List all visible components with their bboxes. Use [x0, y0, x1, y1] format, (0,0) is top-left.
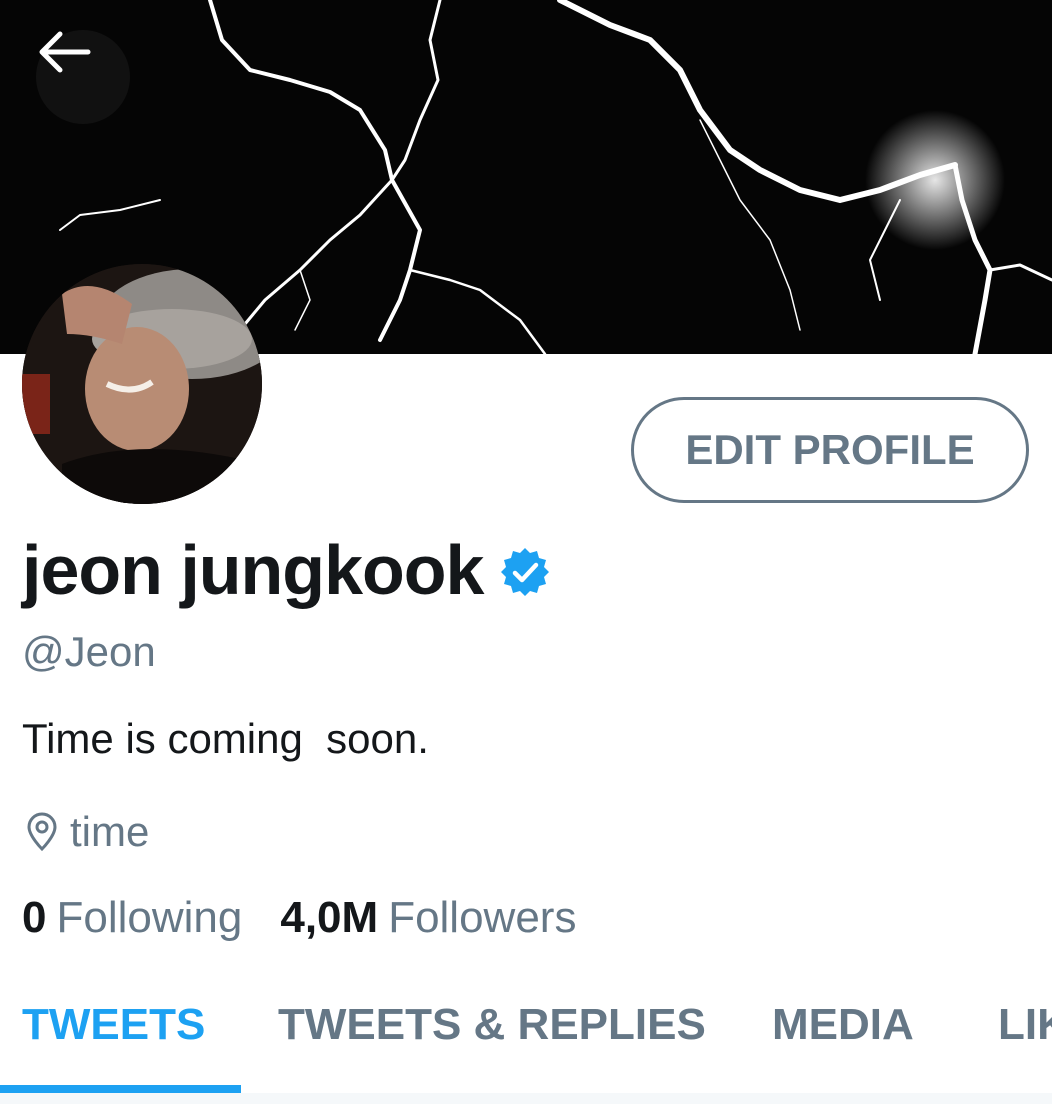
- tab-tweets[interactable]: TWEETS: [22, 1000, 205, 1050]
- active-tab-indicator: [0, 1085, 241, 1093]
- verified-badge-icon: [501, 548, 550, 596]
- edit-profile-button[interactable]: EDIT PROFILE: [631, 397, 1029, 503]
- tab-likes[interactable]: LIKES: [998, 1000, 1052, 1050]
- followers-count: 4,0M: [280, 893, 379, 942]
- back-button[interactable]: [36, 30, 130, 124]
- location-text: time: [70, 808, 150, 855]
- tab-tweets-and-replies[interactable]: TWEETS & REPLIES: [278, 1000, 706, 1050]
- following-label: Following: [56, 893, 243, 942]
- profile-location: time: [24, 806, 149, 858]
- followers-label: Followers: [388, 893, 577, 942]
- location-pin-icon: [27, 812, 57, 852]
- avatar[interactable]: [22, 264, 262, 504]
- followers-stat[interactable]: 4,0M Followers: [280, 893, 576, 943]
- tab-media[interactable]: MEDIA: [772, 1000, 914, 1050]
- following-stat[interactable]: 0 Following: [22, 893, 242, 943]
- profile-name-row: jeon jungkook: [22, 530, 551, 610]
- profile-page: EDIT PROFILE jeon jungkook @Jeon Time is…: [0, 0, 1052, 1104]
- arrow-left-icon: [39, 31, 91, 73]
- display-name: jeon jungkook: [22, 531, 484, 609]
- profile-handle: @Jeon: [22, 628, 156, 675]
- profile-bio: Time is coming soon.: [22, 715, 429, 762]
- avatar-photo: [22, 264, 262, 504]
- profile-stats: 0 Following 4,0M Followers: [22, 893, 576, 943]
- content-divider: [0, 1093, 1052, 1104]
- following-count: 0: [22, 893, 47, 942]
